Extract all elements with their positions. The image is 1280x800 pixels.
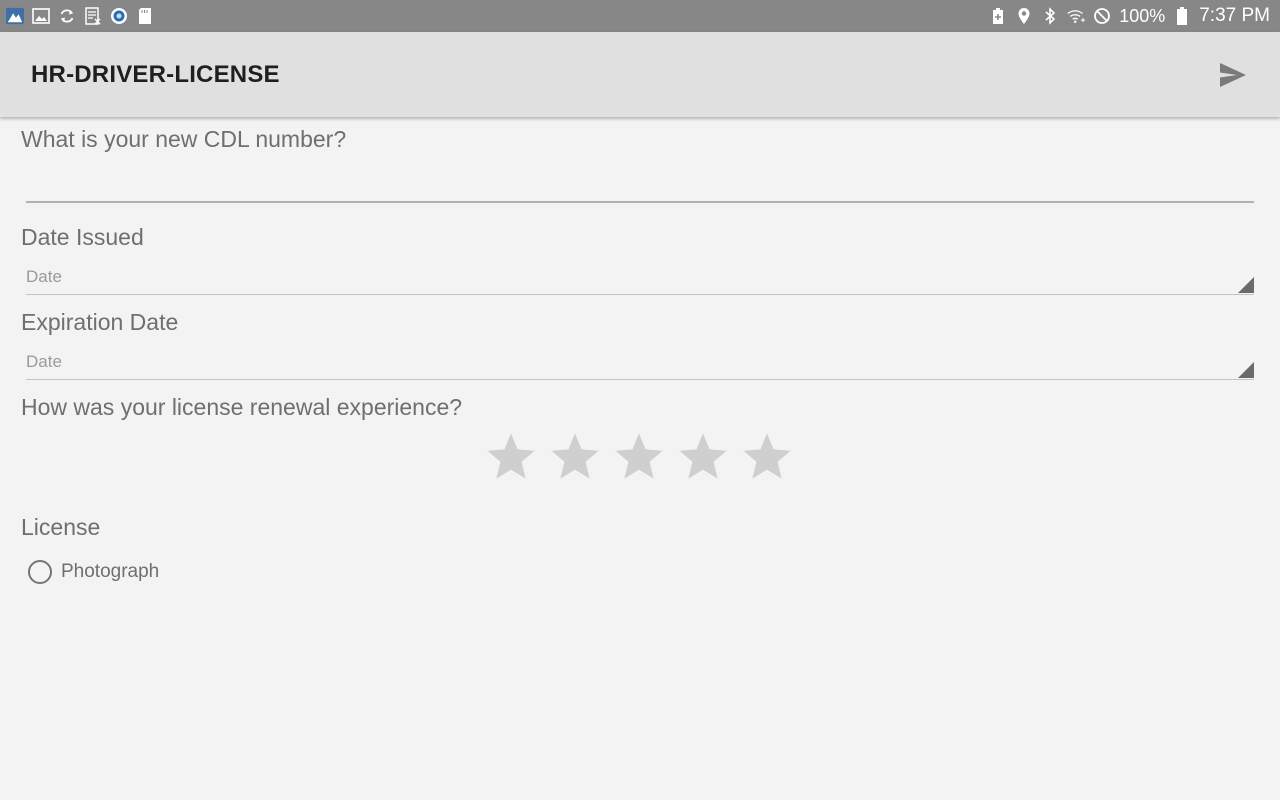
- star-1-icon[interactable]: [484, 430, 538, 484]
- star-5-icon[interactable]: [740, 430, 794, 484]
- expiration-date-placeholder: Date: [26, 352, 62, 371]
- wifi-icon: [1067, 7, 1086, 25]
- photograph-option[interactable]: Photograph: [28, 560, 159, 584]
- image-icon: [32, 7, 50, 25]
- vpn-icon: [110, 7, 128, 25]
- rating-question-label: How was your license renewal experience?: [21, 394, 463, 420]
- status-bar-notifications: [6, 7, 154, 25]
- star-3-icon[interactable]: [612, 430, 666, 484]
- expiration-date-picker[interactable]: Date: [26, 349, 1254, 380]
- license-label: License: [21, 514, 101, 540]
- do-not-disturb-icon: [1093, 7, 1111, 25]
- send-icon: [1220, 62, 1246, 87]
- expiration-date-label: Expiration Date: [21, 309, 179, 335]
- clock: 7:37 PM: [1199, 5, 1270, 26]
- bluetooth-icon: [1041, 7, 1059, 25]
- star-rating[interactable]: [484, 430, 794, 484]
- date-issued-picker[interactable]: Date: [26, 264, 1254, 295]
- dropdown-corner-icon: [1238, 277, 1254, 293]
- page-title: HR-DRIVER-LICENSE: [31, 60, 280, 88]
- app-bar: HR-DRIVER-LICENSE: [0, 32, 1280, 117]
- star-4-icon[interactable]: [676, 430, 730, 484]
- date-issued-placeholder: Date: [26, 267, 62, 286]
- maps-icon: [6, 7, 24, 25]
- location-icon: [1015, 7, 1033, 25]
- cdl-question-label: What is your new CDL number?: [21, 126, 347, 152]
- sd-card-icon: [136, 7, 154, 25]
- cdl-number-input[interactable]: [26, 201, 1254, 203]
- battery-icon: [1173, 7, 1191, 25]
- battery-percent: 100%: [1119, 5, 1166, 26]
- date-issued-label: Date Issued: [21, 224, 144, 250]
- sync-icon: [58, 7, 76, 25]
- status-bar: 100% 7:37 PM: [0, 0, 1280, 32]
- send-button[interactable]: [1216, 58, 1250, 92]
- star-2-icon[interactable]: [548, 430, 602, 484]
- photograph-radio[interactable]: [28, 560, 52, 584]
- dropdown-corner-icon: [1238, 362, 1254, 378]
- document-icon: [84, 7, 102, 25]
- status-bar-system: 100% 7:37 PM: [989, 5, 1274, 27]
- battery-saver-icon: [989, 7, 1007, 25]
- photograph-option-label: Photograph: [61, 561, 160, 582]
